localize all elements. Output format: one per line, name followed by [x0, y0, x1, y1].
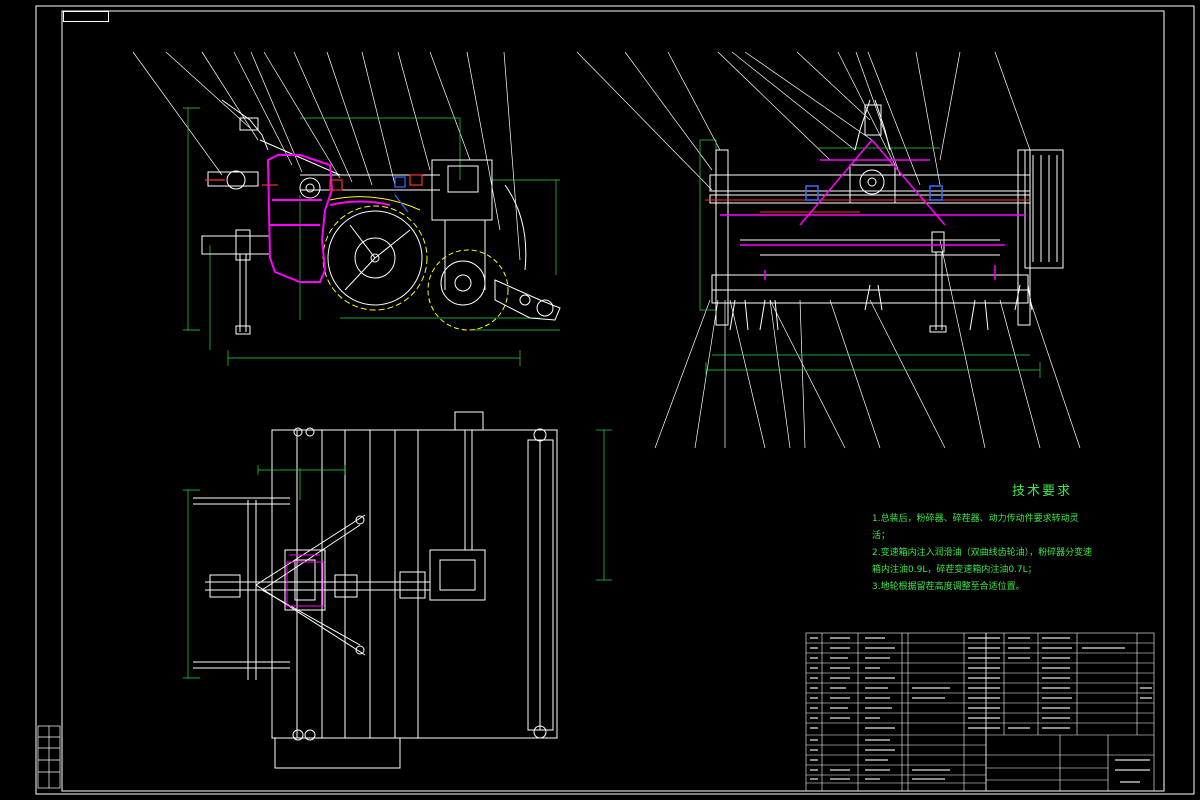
outer-frame	[35, 5, 1195, 795]
technical-requirements: 技术要求 1.总装后，粉碎器、碎茬器、动力传动件要求转动灵 活； 2.变速箱内注…	[872, 480, 1172, 596]
tech-requirement-line: 2.变速箱内注入润滑油（双曲线齿轮油），粉碎器分变速	[872, 548, 1093, 558]
tech-requirement-line: 3.地轮根据留茬高度调整至合适位置。	[872, 582, 1025, 592]
inner-frame	[61, 10, 1165, 792]
parts-list-entries	[810, 637, 1152, 783]
tech-requirement-line: 1.总装后，粉碎器、碎茬器、动力传动件要求转动灵	[872, 514, 1079, 524]
rear-view	[576, 51, 1081, 449]
side-view	[132, 51, 561, 366]
tech-requirements-title: 技术要求	[1011, 484, 1072, 499]
engineering-drawing	[35, 5, 1195, 795]
parts-list-table	[805, 632, 1155, 792]
tech-requirement-line: 活；	[872, 531, 891, 541]
top-view	[183, 411, 612, 769]
binding-margin-table	[37, 725, 61, 789]
tech-requirement-line: 箱内注油0.9L，碎茬变速箱内注油0.7L；	[872, 565, 1037, 575]
